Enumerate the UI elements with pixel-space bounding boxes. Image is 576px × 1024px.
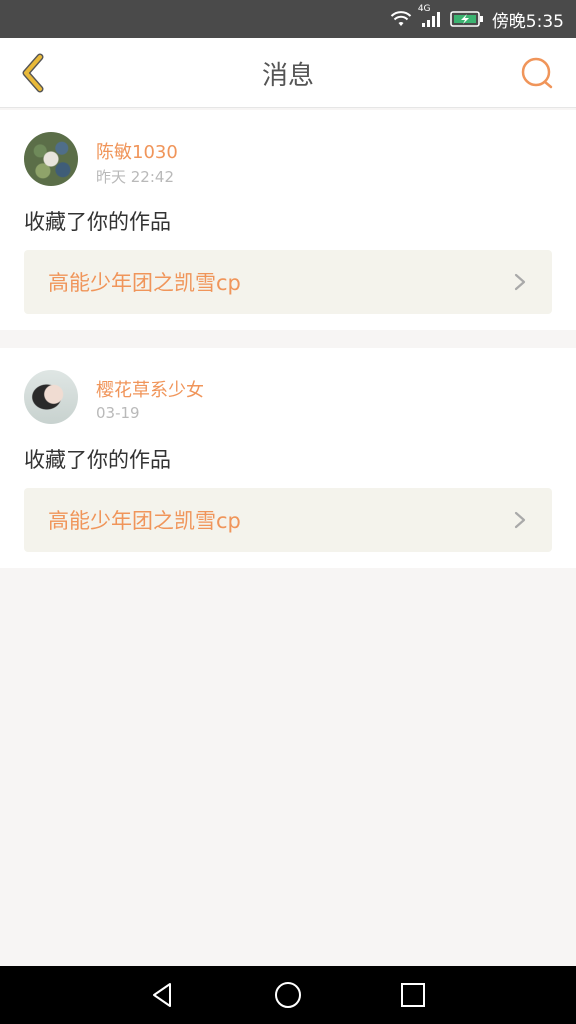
triangle-back-icon <box>152 983 171 1007</box>
avatar[interactable] <box>24 370 78 424</box>
work-link[interactable]: 高能少年团之凯雪cp <box>24 250 552 314</box>
wifi-icon <box>390 10 412 28</box>
app-header: 消息 <box>0 38 576 108</box>
message-action-text: 收藏了你的作品 <box>24 210 171 234</box>
username[interactable]: 樱花草系少女 <box>96 376 204 402</box>
message-card: 陈敏1030 昨天 22:42 收藏了你的作品 高能少年团之凯雪cp <box>0 110 576 330</box>
square-recents-icon <box>401 983 426 1007</box>
battery-charging-icon <box>450 10 484 28</box>
chevron-right-icon <box>510 510 530 530</box>
status-bar: 4G 傍晚5:35 <box>0 0 576 38</box>
search-button[interactable] <box>516 52 558 94</box>
chevron-right-icon <box>510 272 530 292</box>
work-title: 高能少年团之凯雪cp <box>48 509 241 533</box>
avatar[interactable] <box>24 132 78 186</box>
page-title: 消息 <box>261 60 314 91</box>
circle-home-icon <box>274 982 301 1008</box>
nav-home-button[interactable] <box>268 975 308 1015</box>
work-link[interactable]: 高能少年团之凯雪cp <box>24 488 552 552</box>
nav-recents-button[interactable] <box>393 975 433 1015</box>
timestamp: 昨天 22:42 <box>96 168 174 186</box>
system-navigation-bar <box>0 966 576 1024</box>
work-title: 高能少年团之凯雪cp <box>48 271 241 295</box>
username[interactable]: 陈敏1030 <box>96 138 178 164</box>
timestamp: 03-19 <box>96 404 140 422</box>
network-type-label: 4G <box>417 4 431 14</box>
message-action-text: 收藏了你的作品 <box>24 448 171 472</box>
search-icon <box>521 57 553 89</box>
message-card: 樱花草系少女 03-19 收藏了你的作品 高能少年团之凯雪cp <box>0 348 576 568</box>
cellular-signal-icon: 4G <box>418 4 442 28</box>
status-time: 傍晚5:35 <box>491 11 564 32</box>
nav-back-button[interactable] <box>143 975 183 1015</box>
